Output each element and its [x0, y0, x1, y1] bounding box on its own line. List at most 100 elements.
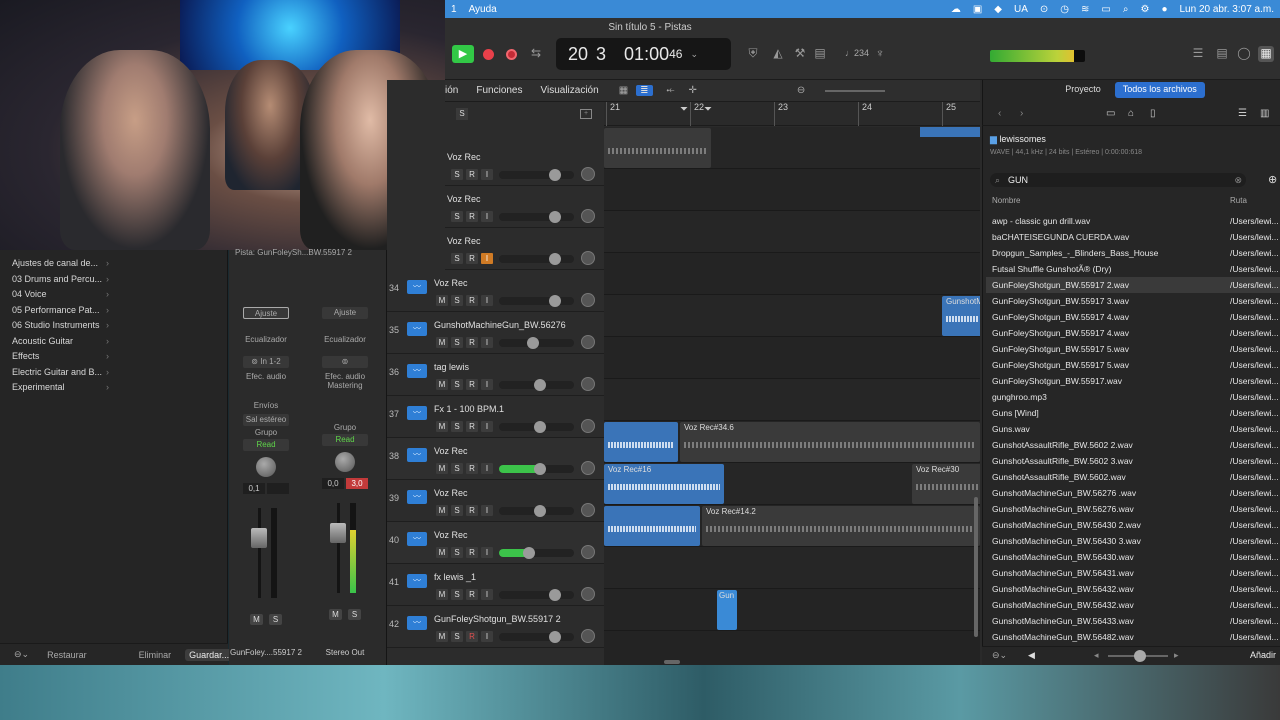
- mute-button[interactable]: M: [436, 295, 448, 306]
- tab-project[interactable]: Proyecto: [1057, 82, 1109, 98]
- file-row[interactable]: GunshotMachineGun_BW.56432.wav/Users/lew…: [986, 581, 1280, 597]
- file-row[interactable]: GunshotMachineGun_BW.56276 .wav/Users/le…: [986, 485, 1280, 501]
- restore-button[interactable]: Restaurar: [43, 649, 91, 661]
- fader-cap[interactable]: [330, 523, 346, 543]
- input-monitor-button[interactable]: I: [481, 169, 493, 180]
- browser-icon[interactable]: ▦: [1258, 46, 1274, 62]
- solo-button[interactable]: S: [348, 609, 361, 620]
- volume-knob[interactable]: [527, 337, 539, 349]
- pan-knob[interactable]: [581, 209, 595, 223]
- input-monitor-button[interactable]: I: [481, 463, 493, 474]
- pan-knob[interactable]: [581, 503, 595, 517]
- audio-region[interactable]: Voz Rec#16: [604, 464, 724, 504]
- automation-read[interactable]: Read: [322, 434, 368, 446]
- menu-edit[interactable]: ión: [445, 85, 458, 96]
- file-row[interactable]: baCHATEISEGUNDA CUERDA.wav/Users/lewi...: [986, 229, 1280, 245]
- file-row[interactable]: GunshotAssaultRifle_BW.5602 3.wav/Users/…: [986, 453, 1280, 469]
- pan-knob[interactable]: [581, 629, 595, 643]
- record-enable-button[interactable]: R: [466, 337, 478, 348]
- track-volume-slider[interactable]: [499, 505, 574, 517]
- volume-knob[interactable]: [534, 421, 546, 433]
- input-monitor-button[interactable]: I: [481, 505, 493, 516]
- record-enable-button[interactable]: R: [466, 169, 478, 180]
- audio-region-selected[interactable]: Gun: [717, 590, 737, 630]
- cycle-icon[interactable]: ⇆: [528, 46, 544, 62]
- col-path[interactable]: Ruta: [1230, 196, 1247, 205]
- tab-all-files[interactable]: Todos los archivos: [1114, 82, 1205, 98]
- audio-region[interactable]: Voz Rec#30: [912, 464, 980, 504]
- pan-value[interactable]: 0,1: [243, 483, 265, 494]
- audio-region[interactable]: [604, 506, 700, 546]
- file-row[interactable]: GunFoleyShotgun_BW.55917 4.wav/Users/lew…: [986, 325, 1280, 341]
- menu-item-1[interactable]: 1: [451, 4, 457, 15]
- track-volume-slider[interactable]: [499, 589, 574, 601]
- library-item[interactable]: Experimental ›: [0, 380, 227, 396]
- screen-share-icon[interactable]: ▣: [973, 4, 982, 15]
- group-label[interactable]: Grupo: [315, 423, 375, 432]
- track-name[interactable]: Voz Rec: [434, 278, 468, 288]
- volume-knob[interactable]: [549, 253, 561, 265]
- record-enable-button[interactable]: R: [466, 589, 478, 600]
- solo-button[interactable]: S: [451, 547, 463, 558]
- track-volume-slider[interactable]: [499, 547, 574, 559]
- file-row[interactable]: GunFoleyShotgun_BW.55917 5.wav/Users/lew…: [986, 341, 1280, 357]
- input-monitor-button[interactable]: I: [481, 295, 493, 306]
- file-row[interactable]: GunshotMachineGun_BW.56433.wav/Users/lew…: [986, 613, 1280, 629]
- mute-button[interactable]: M: [436, 421, 448, 432]
- record-button[interactable]: [506, 49, 517, 60]
- pan-value[interactable]: 0,0: [322, 478, 344, 489]
- track-name[interactable]: Voz Rec: [434, 446, 468, 456]
- input-monitor-button[interactable]: I: [481, 337, 493, 348]
- mute-button[interactable]: S: [451, 253, 463, 264]
- preview-volume-knob[interactable]: [1134, 650, 1146, 662]
- track-header-partial[interactable]: Voz Rec S R I: [445, 228, 604, 270]
- input-monitor-button[interactable]: I: [481, 631, 493, 642]
- solo-button[interactable]: S: [269, 614, 282, 625]
- mute-button[interactable]: S: [451, 211, 463, 222]
- grid-view-icon[interactable]: ▦: [619, 85, 628, 96]
- solo-button[interactable]: S: [451, 337, 463, 348]
- record-enable-button[interactable]: R: [466, 253, 478, 264]
- file-row[interactable]: GunFoleyShotgun_BW.55917 3.wav/Users/lew…: [986, 293, 1280, 309]
- track-lane[interactable]: [604, 169, 980, 211]
- sends-label[interactable]: Envíos: [236, 401, 296, 410]
- solo-button[interactable]: S: [451, 631, 463, 642]
- solo-button[interactable]: S: [451, 505, 463, 516]
- track-name[interactable]: fx lewis _1: [434, 572, 476, 582]
- output-slot[interactable]: Sal estéreo: [243, 414, 289, 426]
- locator-icon[interactable]: ⏷: [704, 104, 712, 115]
- menubar-clock[interactable]: Lun 20 abr. 3:07 a.m.: [1179, 4, 1274, 15]
- keyboard-layout[interactable]: UA: [1014, 4, 1028, 15]
- vertical-scrollbar[interactable]: [974, 497, 978, 637]
- track-header[interactable]: 42 〰 GunFoleyShotgun_BW.55917 2 MSRI: [387, 606, 604, 648]
- mute-button[interactable]: M: [250, 614, 263, 625]
- pan-knob[interactable]: [581, 293, 595, 307]
- search-input[interactable]: ⌕ GUN ⊗: [990, 173, 1246, 187]
- track-header[interactable]: 35 〰 GunshotMachineGun_BW.56276 M S R I: [387, 312, 604, 354]
- pan-knob[interactable]: [581, 461, 595, 475]
- setting-button[interactable]: Ajuste: [322, 307, 368, 319]
- list-view-icon[interactable]: ≣: [636, 85, 653, 96]
- timeline-ruler[interactable]: 21 22 23 24 25 ⏷ ⏷: [604, 102, 980, 126]
- track-volume-slider[interactable]: [499, 211, 574, 223]
- spotlight-icon[interactable]: ⌕: [1123, 4, 1129, 15]
- track-header[interactable]: 34 〰 Voz Rec M S R I: [387, 270, 604, 312]
- pan-knob[interactable]: [581, 587, 595, 601]
- pan-knob[interactable]: [256, 457, 276, 477]
- wifi-icon[interactable]: ≋: [1081, 4, 1089, 15]
- track-inspector-header[interactable]: Pista: GunFoleySh...BW.55917 2: [229, 248, 387, 258]
- library-item[interactable]: 06 Studio Instruments ›: [0, 318, 227, 334]
- mastering-label[interactable]: Mastering: [315, 381, 375, 390]
- solo-button[interactable]: S: [451, 295, 463, 306]
- pointer-tool-icon[interactable]: ✛: [689, 85, 697, 96]
- tempo-display[interactable]: ♩234: [845, 48, 869, 58]
- input-monitor-button[interactable]: I: [481, 379, 493, 390]
- track-header[interactable]: 37 〰 Fx 1 - 100 BPM.1 M S R I: [387, 396, 604, 438]
- track-volume-slider[interactable]: [499, 631, 574, 643]
- volume-fader[interactable]: [246, 508, 286, 598]
- file-row[interactable]: Guns [Wind] /Users/lewi...: [986, 405, 1280, 421]
- global-solo-button[interactable]: S: [456, 108, 468, 120]
- volume-knob[interactable]: [549, 295, 561, 307]
- track-header[interactable]: 40 〰 Voz Rec M S R I: [387, 522, 604, 564]
- lcd-dropdown-icon[interactable]: ⌄: [690, 49, 698, 60]
